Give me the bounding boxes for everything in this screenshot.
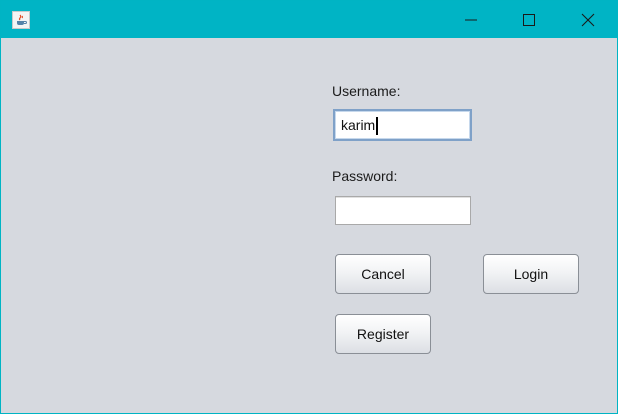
title-bar[interactable] [1,1,617,38]
cancel-button[interactable]: Cancel [335,254,431,294]
username-label: Username: [332,83,401,99]
java-coffee-icon [12,11,30,29]
maximize-button[interactable] [500,1,558,38]
login-window: Username: Password: Cancel Login Registe… [0,0,618,414]
close-icon [581,13,595,27]
password-input[interactable] [335,196,471,225]
maximize-icon [523,14,535,26]
minimize-icon [465,19,477,21]
text-caret [376,117,378,135]
close-button[interactable] [559,1,617,38]
username-input[interactable] [333,109,472,141]
login-button[interactable]: Login [483,254,579,294]
register-button[interactable]: Register [335,314,431,354]
password-label: Password: [332,168,398,184]
minimize-button[interactable] [442,1,500,38]
